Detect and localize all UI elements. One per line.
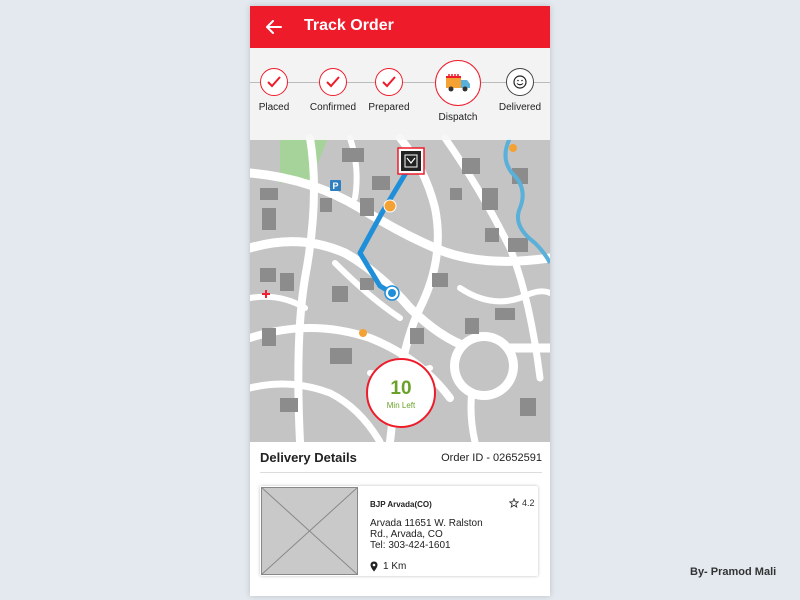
store-distance: 1 Km (370, 561, 406, 572)
store-name: BJP Arvada(CO) (370, 500, 432, 509)
app-bar: Track Order (250, 6, 550, 48)
eta-badge: 10 Min Left (366, 358, 436, 428)
poi-dot-icon (359, 329, 367, 337)
arrow-left-icon (266, 20, 282, 34)
image-placeholder-icon (260, 486, 359, 576)
step-label: Delivered (498, 102, 542, 113)
store-rating: 4.2 (509, 498, 535, 508)
step-delivered: Delivered (484, 68, 550, 113)
step-circle (506, 68, 534, 96)
store-image-placeholder (260, 486, 359, 576)
order-progress: Placed Confirmed Prepared Dispatch Deliv… (250, 48, 550, 140)
check-icon (382, 76, 396, 88)
delivery-truck-icon (446, 74, 470, 92)
store-phone[interactable]: Tel: 303-424-1601 (370, 540, 500, 551)
phone-screen: P Track Order Placed Confirmed Prepared … (250, 6, 550, 596)
back-button[interactable] (262, 15, 286, 39)
step-label: Prepared (368, 102, 410, 113)
address-line-1: Arvada 11651 W. Ralston (370, 518, 483, 529)
address-line-2: Rd., Arvada, CO (370, 529, 443, 540)
parking-label: P (332, 181, 338, 191)
location-pin-icon (370, 561, 378, 572)
step-label: Dispatch (438, 112, 478, 123)
star-icon (509, 498, 519, 508)
check-icon (267, 76, 281, 88)
delivery-details-header: Delivery Details Order ID - 02652591 (260, 446, 542, 473)
eta-minutes: 10 (390, 378, 412, 399)
step-prepared: Prepared (353, 68, 425, 113)
store-card[interactable]: BJP Arvada(CO) 4.2 Arvada 11651 W. Ralst… (260, 486, 538, 576)
restaurant-logo-icon (397, 147, 425, 175)
eta-unit: Min Left (386, 401, 416, 410)
pizza-marker-icon (383, 199, 397, 213)
step-circle (260, 68, 288, 96)
smiley-icon (513, 75, 527, 89)
check-icon (326, 76, 340, 88)
step-circle (319, 68, 347, 96)
store-address: Arvada 11651 W. Ralston Rd., Arvada, CO … (370, 518, 500, 551)
page-title: Track Order (304, 17, 394, 34)
rating-value: 4.2 (522, 498, 535, 508)
poi-dot-icon (509, 144, 517, 152)
distance-value: 1 Km (383, 561, 407, 572)
order-id: Order ID - 02652591 (441, 452, 542, 464)
delivery-details-title: Delivery Details (260, 450, 357, 465)
step-circle (435, 60, 481, 106)
step-circle (375, 68, 403, 96)
designer-credit: By- Pramod Mali (690, 566, 777, 578)
